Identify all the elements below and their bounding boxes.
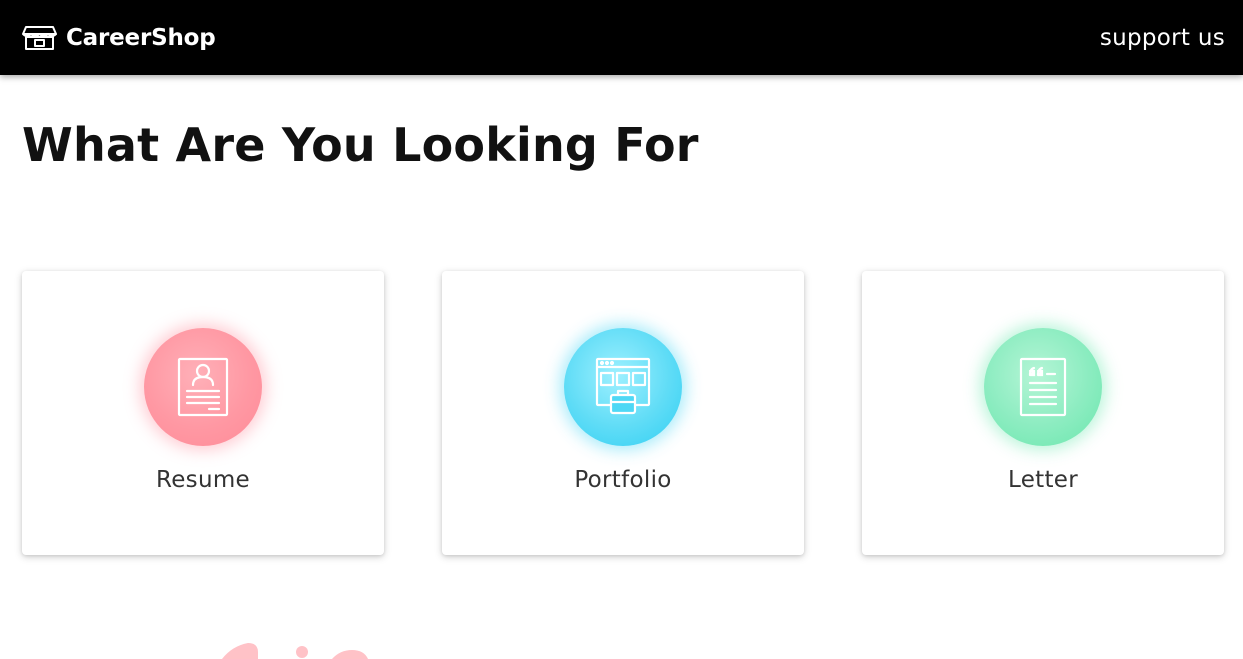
decorative-illustration [222, 643, 368, 659]
portfolio-icon-circle [564, 328, 682, 446]
resume-label: Resume [155, 467, 250, 493]
resume-card[interactable]: Resume [22, 271, 384, 555]
support-us-link[interactable]: support us [1100, 25, 1225, 51]
letter-icon-circle [984, 328, 1102, 446]
category-cards: Resume Portfolio Letter [22, 271, 1225, 555]
letter-card[interactable]: Letter [862, 271, 1224, 555]
storefront-icon [22, 25, 57, 50]
brand-name: CareerShop [66, 24, 216, 51]
letter-label: Letter [1007, 467, 1078, 493]
brand-link[interactable]: CareerShop [22, 25, 216, 51]
top-navbar: CareerShop support us [0, 0, 1243, 75]
resume-document-icon [177, 357, 229, 417]
portfolio-card[interactable]: Portfolio [442, 271, 804, 555]
page-title: What Are You Looking For [22, 118, 699, 172]
portfolio-label: Portfolio [574, 467, 672, 493]
resume-icon-circle [144, 328, 262, 446]
portfolio-browser-icon [595, 357, 651, 415]
quote-letter-icon [1019, 357, 1067, 417]
